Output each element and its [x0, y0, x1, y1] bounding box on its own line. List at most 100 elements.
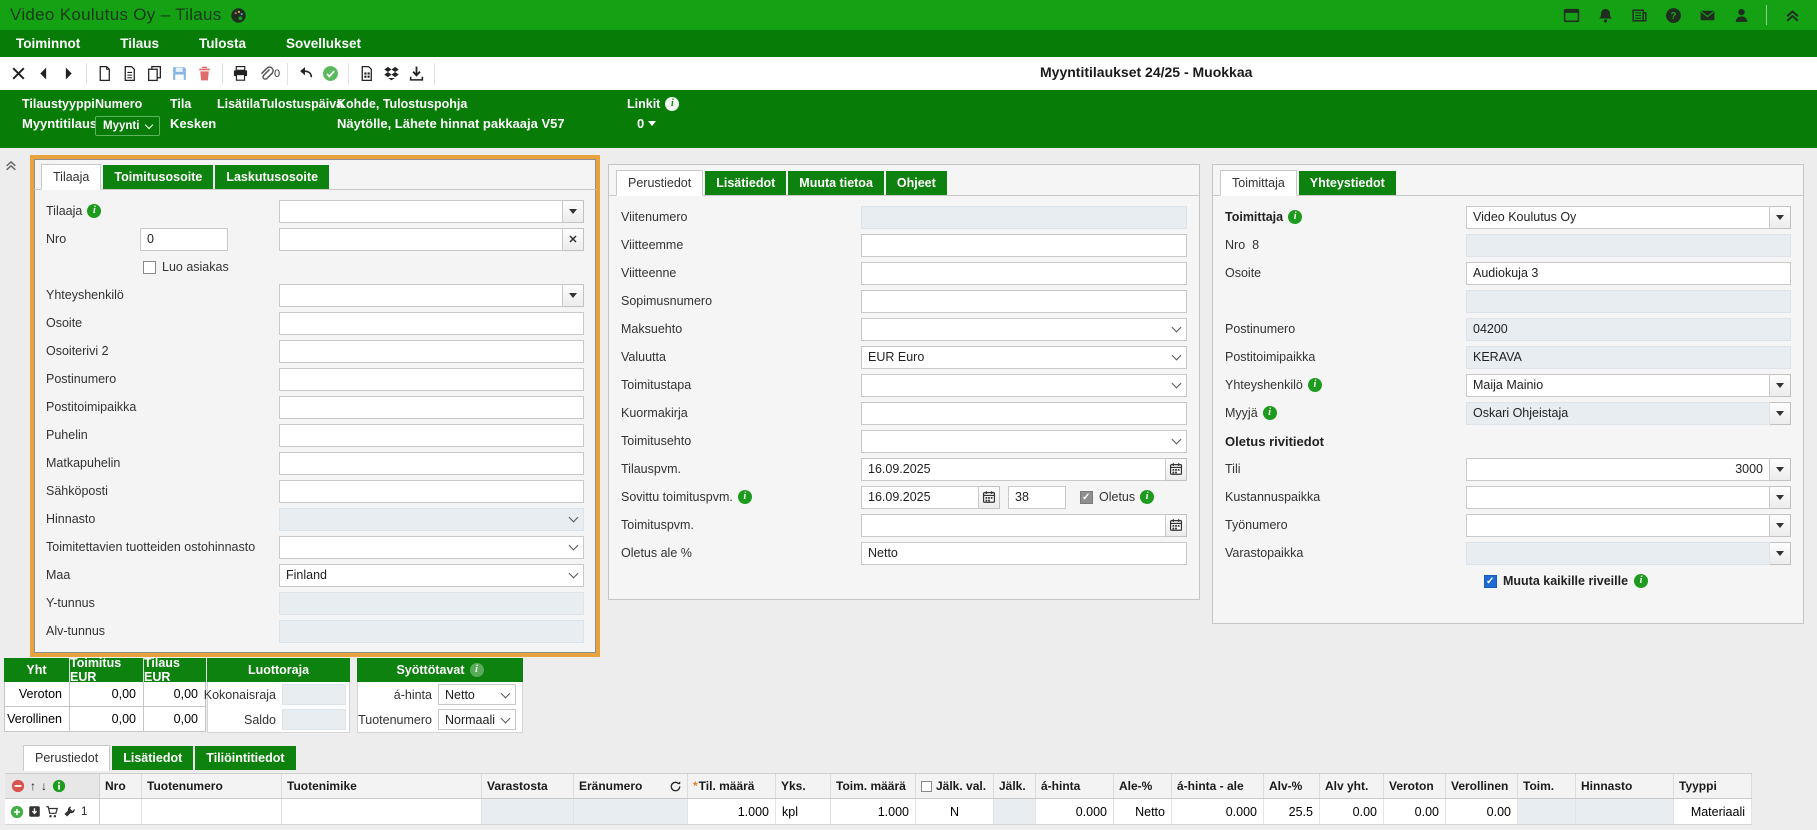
jalk-val-checkbox[interactable] [921, 781, 932, 792]
cell-toim-m-r[interactable]: 1.000 [831, 799, 916, 824]
cell-ale[interactable]: Netto [1114, 799, 1172, 824]
myyj-dropdown-button[interactable] [1770, 402, 1791, 425]
postitoimipaikka-input[interactable] [279, 396, 584, 419]
viitenumero-input[interactable] [861, 206, 1187, 229]
next-icon[interactable] [56, 61, 81, 87]
undo-icon[interactable] [293, 61, 318, 87]
move-down-icon[interactable]: ↓ [41, 779, 47, 793]
col-header-veroton[interactable]: Veroton [1384, 774, 1446, 798]
x-input[interactable] [1466, 290, 1791, 313]
close-icon[interactable] [6, 61, 31, 87]
info-icon[interactable]: i [1140, 490, 1154, 504]
col-header-tyyppi[interactable]: Tyyppi [1674, 774, 1752, 798]
tili-input[interactable] [1466, 458, 1770, 481]
check-icon[interactable] [318, 61, 343, 87]
clear-button[interactable]: ✕ [563, 228, 584, 251]
lines-tab-tili-intitiedot[interactable]: Tiliöintitiedot [195, 746, 295, 770]
wrench-icon[interactable] [63, 805, 76, 818]
refresh-icon[interactable] [669, 780, 682, 793]
menu-tulosta[interactable]: Tulosta [199, 36, 246, 51]
sopimusnumero-input[interactable] [861, 290, 1187, 313]
cell-tuotenumero[interactable] [142, 799, 282, 824]
menu-tilaus[interactable]: Tilaus [120, 36, 159, 51]
hinnasto-select[interactable] [279, 508, 584, 531]
cell-nro[interactable] [100, 799, 142, 824]
trash-icon[interactable] [192, 61, 217, 87]
info-icon[interactable]: i [1634, 574, 1648, 588]
toimitustapa-select[interactable] [861, 374, 1187, 397]
osoite-input[interactable] [1466, 262, 1791, 285]
sovittu-toimituspvm-calendar-button[interactable] [979, 486, 1000, 509]
toimittaja-dropdown-button[interactable] [1770, 206, 1791, 229]
menu-sovellukset[interactable]: Sovellukset [286, 36, 361, 51]
osoite-input[interactable] [279, 312, 584, 335]
cell-til-m-r[interactable]: 1.000 [688, 799, 776, 824]
col-header-tuotenumero[interactable]: Tuotenumero [142, 774, 282, 798]
order-tab-perustiedot[interactable]: Perustiedot [616, 170, 703, 196]
number-series-select[interactable]: Myynti [95, 116, 160, 136]
doc-lines-icon[interactable] [117, 61, 142, 87]
cell-verollinen[interactable]: 0.00 [1446, 799, 1518, 824]
toimitettavien-tuotteiden-ostohinnasto-select[interactable] [279, 536, 584, 559]
matkapuhelin-input[interactable] [279, 452, 584, 475]
varastopaikka-input[interactable] [1466, 542, 1770, 565]
tilauspvm-input[interactable] [861, 458, 1166, 481]
col-header-tuotenimike[interactable]: Tuotenimike [282, 774, 482, 798]
col-header-yks[interactable]: Yks. [776, 774, 831, 798]
col-header-hinnasto[interactable]: Hinnasto [1576, 774, 1674, 798]
save-icon[interactable] [167, 61, 192, 87]
col-header-nro[interactable]: Nro [100, 774, 142, 798]
cell-alv-yht[interactable]: 0.00 [1320, 799, 1384, 824]
info-icon[interactable]: i [665, 97, 679, 111]
customer-tab-laskutusosoite[interactable]: Laskutusosoite [215, 165, 329, 189]
order-tab-ohjeet[interactable]: Ohjeet [886, 171, 947, 195]
palette-icon[interactable] [230, 7, 247, 24]
supplier-tab-yhteystiedot[interactable]: Yhteystiedot [1299, 171, 1396, 195]
info-icon[interactable]: i [87, 204, 101, 218]
myyj-input[interactable] [1466, 402, 1770, 425]
lines-tab-perustiedot[interactable]: Perustiedot [23, 745, 110, 771]
oletus-ale-input[interactable] [861, 542, 1187, 565]
kustannuspaikka-dropdown-button[interactable] [1770, 486, 1791, 509]
cell-alv[interactable]: 25.5 [1264, 799, 1320, 824]
info-icon[interactable]: i [738, 490, 752, 504]
tili-dropdown-button[interactable] [1770, 458, 1791, 481]
customer-tab-toimitusosoite[interactable]: Toimitusosoite [103, 165, 213, 189]
cell-er-numero[interactable] [574, 799, 688, 824]
muuta-kaikille-riveille-checkbox[interactable] [1484, 575, 1497, 588]
cell-tuotenimike[interactable] [282, 799, 482, 824]
postinumero-input[interactable] [279, 368, 584, 391]
valuutta-select[interactable]: EUR Euro [861, 346, 1187, 369]
yhteyshenkil-dropdown-button[interactable] [1770, 374, 1791, 397]
customer-tab-tilaaja[interactable]: Tilaaja [41, 164, 101, 190]
mail-icon[interactable] [1698, 6, 1716, 24]
info-icon[interactable]: i [1308, 378, 1322, 392]
customer-name-input[interactable] [279, 228, 563, 251]
toimittaja-input[interactable] [1466, 206, 1770, 229]
osoiterivi-2-input[interactable] [279, 340, 584, 363]
alv-tunnus-input[interactable] [279, 620, 584, 643]
unit-price-mode-select[interactable]: Netto [438, 684, 516, 705]
info-icon[interactable]: i [1288, 210, 1302, 224]
col-header-toim[interactable]: Toim. [1518, 774, 1576, 798]
cell-toim[interactable] [1518, 799, 1576, 824]
col-header-er-numero[interactable]: Eränumero [574, 774, 688, 798]
maa-select[interactable]: Finland [279, 564, 584, 587]
col-header-hinta[interactable]: á-hinta [1036, 774, 1114, 798]
y-tunnus-input[interactable] [279, 592, 584, 615]
viitteenne-input[interactable] [861, 262, 1187, 285]
cell-hinnasto[interactable] [1576, 799, 1674, 824]
lines-tab-lis-tiedot[interactable]: Lisätiedot [112, 746, 193, 770]
menu-toiminnot[interactable]: Toiminnot [16, 36, 80, 51]
viitteemme-input[interactable] [861, 234, 1187, 257]
kustannuspaikka-input[interactable] [1466, 486, 1770, 509]
news-icon[interactable] [1630, 6, 1648, 24]
info-circle-icon[interactable] [52, 779, 66, 793]
links-dropdown[interactable]: 0 [637, 116, 679, 131]
puhelin-input[interactable] [279, 424, 584, 447]
bell-icon[interactable] [1596, 6, 1614, 24]
week-number-input[interactable] [1008, 486, 1066, 509]
ty-numero-input[interactable] [1466, 514, 1770, 537]
nro-input[interactable] [1466, 234, 1791, 257]
info-icon[interactable]: i [470, 663, 484, 677]
